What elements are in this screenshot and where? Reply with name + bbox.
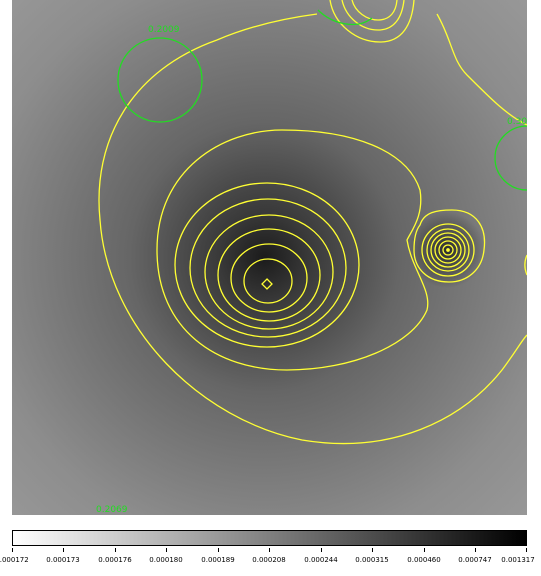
image-canvas[interactable]: 0.2009 0.30 0.2069 [12, 0, 527, 515]
colorbar-tick-label: 0.000244 [304, 556, 338, 564]
colorbar-tick-mark [475, 548, 476, 552]
contour-secondary-peak [446, 248, 450, 252]
colorbar-tick-label: 0.000315 [355, 556, 389, 564]
colorbar[interactable] [12, 530, 527, 546]
colorbar-tick-mark [218, 548, 219, 552]
region-label-2: 0.30 [507, 117, 527, 127]
colorbar-tick-mark [269, 548, 270, 552]
colorbar-tick-label: 0.000172 [0, 556, 29, 564]
colorbar-tick-mark [321, 548, 322, 552]
colorbar-tick-mark [115, 548, 116, 552]
colorbar-tick-mark [424, 548, 425, 552]
image-svg[interactable]: 0.2009 0.30 0.2069 [12, 0, 527, 515]
colorbar-tick-label: 0.000208 [252, 556, 286, 564]
region-label-3: 0.2069 [96, 505, 128, 515]
colorbar-tick-label: 0.000189 [201, 556, 235, 564]
colorbar-tick-label: 0.000460 [407, 556, 441, 564]
colorbar-tick-mark [63, 548, 64, 552]
colorbar-tick-label: 0.000747 [458, 556, 492, 564]
colorbar-tick-label: 0.001317 [501, 556, 535, 564]
colorbar-tick-row: 0.000172 0.000173 0.000176 0.000180 0.00… [0, 548, 541, 576]
colorbar-tick-label: 0.000180 [149, 556, 183, 564]
colorbar-tick-mark [372, 548, 373, 552]
colorbar-tick-mark [166, 548, 167, 552]
image-viewer[interactable]: 0.2009 0.30 0.2069 0.000172 0.000173 0.0… [0, 0, 541, 576]
region-label-1: 0.2009 [148, 25, 180, 35]
colorbar-tick-mark [12, 548, 13, 552]
colorbar-tick-mark [526, 548, 527, 552]
colorbar-tick-label: 0.000173 [46, 556, 80, 564]
colorbar-tick-label: 0.000176 [98, 556, 132, 564]
